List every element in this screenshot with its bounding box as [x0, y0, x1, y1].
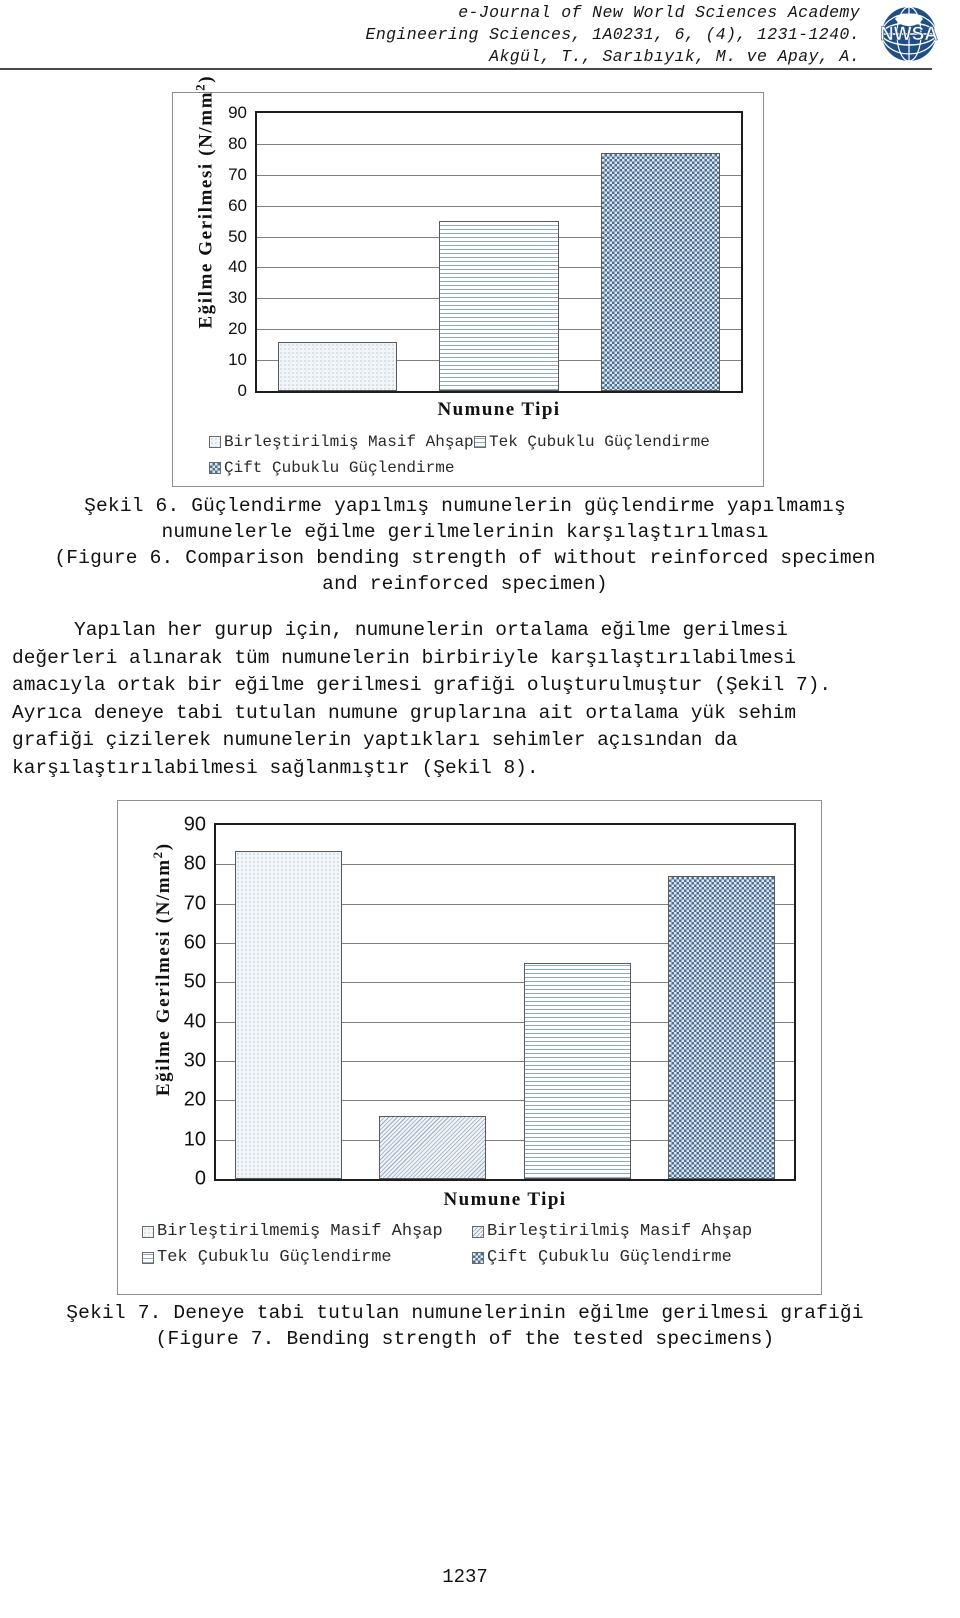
legend-row: Çift Çubuklu Güçlendirme	[209, 455, 739, 481]
legend-row: Tek Çubuklu Güçlendirme Çift Çubuklu Güçl…	[142, 1245, 802, 1271]
legend-item: Çift Çubuklu Güçlendirme	[209, 455, 474, 481]
legend-label: Birleştirilmemiş Masif Ahşap	[157, 1222, 443, 1241]
y-tick-label: 0	[194, 1167, 206, 1190]
legend-swatch-icon	[472, 1252, 484, 1264]
y-tick-label: 70	[228, 164, 247, 184]
body-line-2: değerleri alınarak tüm numunelerin birbi…	[12, 646, 797, 669]
figure-6-caption: Şekil 6. Güçlendirme yapılmış numuneleri…	[0, 493, 930, 597]
nwsa-logo-text: NWSA	[880, 24, 938, 45]
y-tick-label: 80	[183, 852, 206, 875]
chart1-plot-area	[255, 111, 743, 393]
figure-6-container: Eğilme Gerilmesi (N/mm2) 0 10 20 30 40 50 60 70…	[172, 75, 764, 487]
legend-swatch-icon	[474, 436, 486, 448]
body-line-4: Ayrıca deneye tabi tutulan numune grupla…	[12, 701, 797, 724]
body-line-1-text: Yapılan her gurup için, numunelerin orta…	[74, 619, 788, 641]
chart1-x-axis-title: Numune Tipi	[437, 399, 561, 420]
body-line-5: grafiği çizilerek numunelerin yaptıkları…	[12, 729, 738, 751]
bar-2	[439, 221, 559, 391]
legend-label: Tek Çubuklu Güçlendirme	[489, 433, 710, 451]
legend-item: Birleştirilmemiş Masif Ahşap	[142, 1219, 472, 1245]
y-tick-label: 50	[183, 970, 206, 993]
legend-row: Birleştirilmemiş Masif Ahşap Birleştirilm…	[142, 1219, 802, 1245]
y-tick-label: 80	[228, 133, 247, 153]
journal-citation-line: Engineering Sciences, 1A0231, 6, (4), 12…	[365, 25, 860, 44]
paragraph-indent	[12, 617, 74, 645]
y-tick-label: 60	[183, 931, 206, 954]
y-tick-label: 40	[228, 257, 247, 277]
legend-swatch-icon	[142, 1226, 154, 1238]
bar-1	[234, 850, 342, 1179]
figure-6-caption-en-2: and reinforced specimen)	[322, 573, 608, 595]
header-divider	[0, 68, 932, 70]
gridline	[257, 143, 741, 145]
chart2-x-axis-title: Numune Tipi	[443, 1189, 567, 1210]
legend-item: Tek Çubuklu Güçlendirme	[142, 1245, 472, 1271]
bar-1	[277, 341, 398, 391]
legend-row: Birleştirilmiş Masif Ahşap Tek Çubuklu Gü…	[209, 429, 739, 455]
legend-swatch-icon	[472, 1226, 484, 1238]
legend-item: Çift Çubuklu Güçlendirme	[472, 1245, 802, 1271]
figure-7-caption: Şekil 7. Deneye tabi tutulan numunelerin…	[0, 1300, 930, 1352]
journal-authors-line: Akgül, T., Sarıbıyık, M. ve Apay, A.	[489, 47, 860, 66]
figure-7-caption-tr: Şekil 7. Deneye tabi tutulan numunelerin…	[66, 1302, 864, 1324]
y-tick-label: 70	[183, 892, 206, 915]
figure-6-caption-en-1: (Figure 6. Comparison bending strength o…	[54, 547, 876, 569]
page-header: e-Journal of New World Sciences Academy …	[0, 0, 960, 72]
legend-label: Çift Çubuklu Güçlendirme	[224, 459, 455, 477]
y-tick-label: 10	[183, 1128, 206, 1151]
legend-swatch-icon	[142, 1252, 154, 1264]
journal-title-line: e-Journal of New World Sciences Academy	[458, 3, 860, 22]
bar-3	[600, 153, 720, 391]
chart2-legend: Birleştirilmemiş Masif Ahşap Birleştirilm…	[142, 1219, 802, 1271]
bar-2	[379, 1116, 487, 1179]
legend-label: Birleştirilmiş Masif Ahşap	[224, 433, 474, 451]
legend-label: Birleştirilmiş Masif Ahşap	[487, 1222, 753, 1241]
chart1-legend: Birleştirilmiş Masif Ahşap Tek Çubuklu Gü…	[209, 429, 739, 481]
y-tick-label: 0	[237, 381, 247, 400]
y-tick-label: 30	[183, 1049, 206, 1072]
y-tick-label: 10	[228, 350, 247, 370]
y-tick-label: 50	[228, 226, 247, 246]
body-line-3: amacıyla ortak bir eğilme gerilmesi graf…	[12, 674, 832, 696]
bar-3	[523, 962, 631, 1179]
nwsa-globe-logo-icon: NWSA	[865, 3, 953, 65]
y-tick-label: 40	[183, 1010, 206, 1033]
body-line-1: Yapılan her gurup için, numunelerin orta…	[12, 617, 930, 645]
figure-6-caption-tr-1: Şekil 6. Güçlendirme yapılmış numuneleri…	[84, 495, 846, 517]
legend-item: Birleştirilmiş Masif Ahşap	[472, 1219, 802, 1245]
figure-7-caption-en: (Figure 7. Bending strength of the teste…	[155, 1328, 775, 1350]
journal-header-text: e-Journal of New World Sciences Academy …	[0, 2, 860, 68]
legend-item: Birleştirilmiş Masif Ahşap	[209, 429, 474, 455]
y-tick-label: 60	[228, 195, 247, 215]
y-tick-label: 30	[228, 288, 247, 308]
chart2-plot-area	[214, 823, 796, 1181]
legend-swatch-icon	[209, 462, 221, 474]
legend-label: Tek Çubuklu Güçlendirme	[157, 1248, 392, 1267]
body-line-6: karşılaştırılabilmesi sağlanmıştır (Şeki…	[12, 756, 539, 779]
figure-6-caption-tr-2: numunelerle eğilme gerilmelerinin karşıl…	[161, 521, 769, 543]
y-tick-label: 20	[183, 1088, 206, 1111]
bar-4	[668, 876, 776, 1179]
legend-item: Tek Çubuklu Güçlendirme	[474, 429, 739, 455]
y-tick-label: 20	[228, 319, 247, 339]
legend-swatch-icon	[209, 436, 221, 448]
y-tick-label: 90	[183, 813, 206, 836]
figure-7-container: Eğilme Gerilmesi (N/mm2) 0 10 20 30 40 50 60 70…	[117, 800, 822, 1295]
page-number: 1237	[442, 1566, 488, 1588]
legend-item	[474, 455, 739, 481]
body-paragraph: Yapılan her gurup için, numunelerin orta…	[12, 617, 930, 782]
legend-label: Çift Çubuklu Güçlendirme	[487, 1248, 732, 1267]
y-tick-label: 90	[228, 103, 247, 122]
